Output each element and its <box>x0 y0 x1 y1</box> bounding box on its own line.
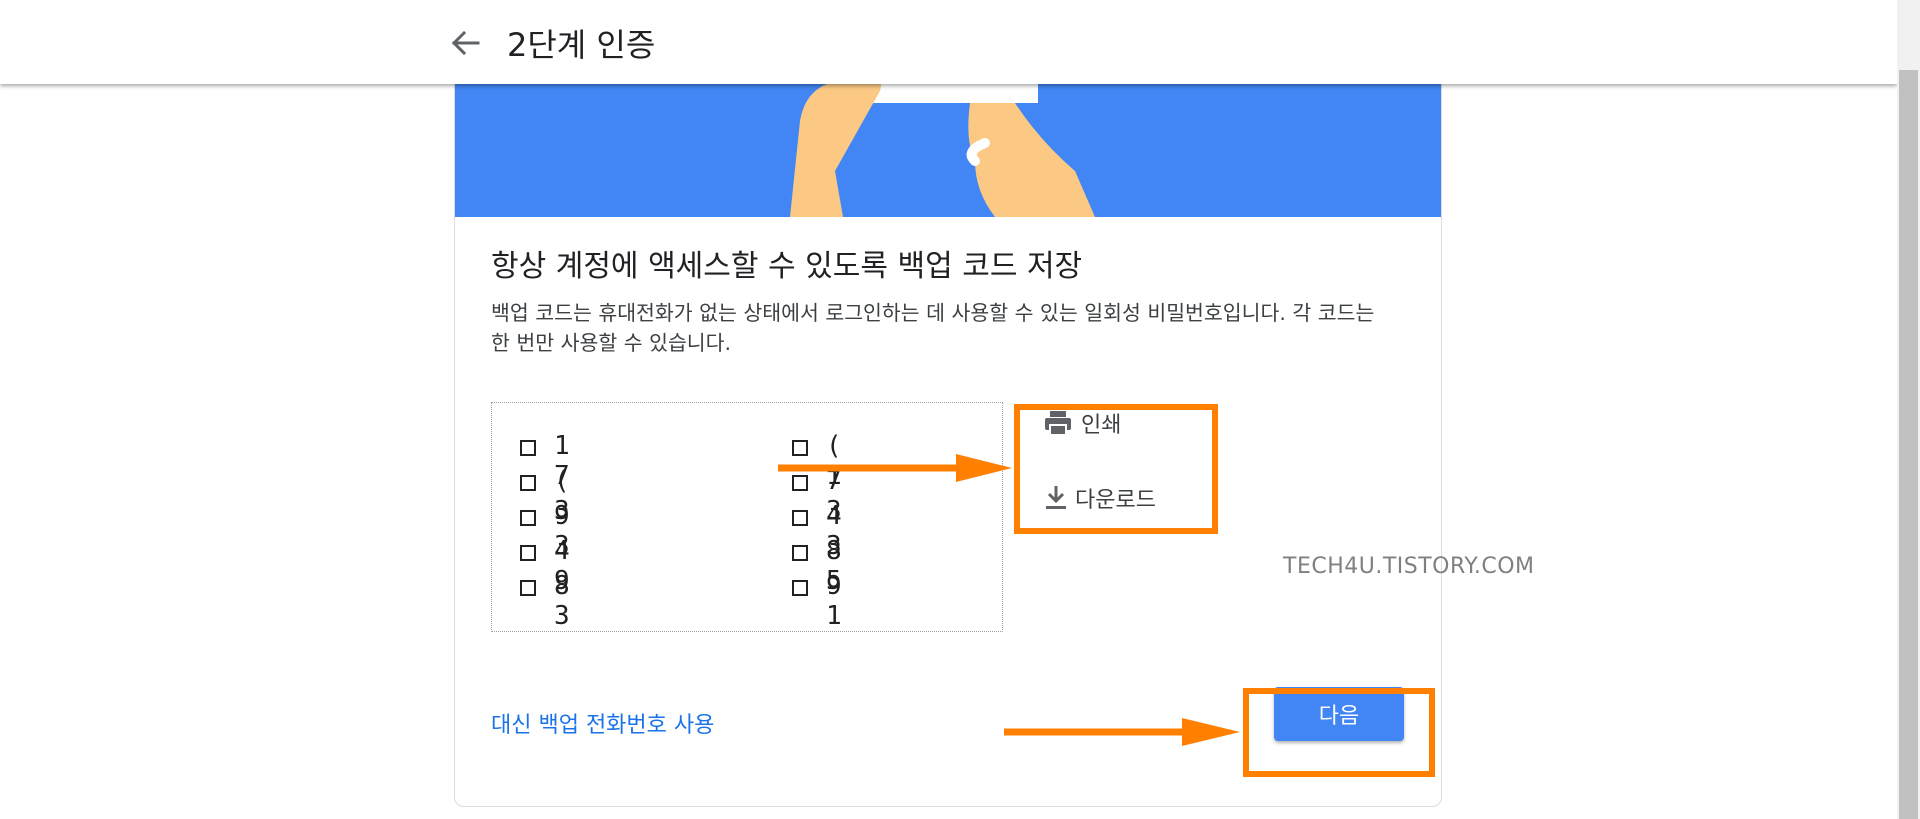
arrow-annotation <box>778 454 1012 482</box>
card-description: 백업 코드는 휴대전화가 없는 상태에서 로그인하는 데 사용할 수 있는 일회… <box>491 301 1375 355</box>
scrollbar-thumb[interactable] <box>1899 70 1918 819</box>
back-button[interactable] <box>448 28 484 58</box>
checkbox[interactable] <box>792 510 808 526</box>
checkbox[interactable] <box>520 510 536 526</box>
checkbox[interactable] <box>520 580 536 596</box>
watermark: TECH4U.TISTORY.COM <box>1283 554 1535 579</box>
checkbox[interactable] <box>792 545 808 561</box>
highlight-box-next <box>1243 688 1435 777</box>
arrow-annotation <box>1004 718 1240 746</box>
arrow-left-icon <box>451 30 480 56</box>
checkbox[interactable] <box>520 440 536 456</box>
backup-codes-card: * * * * 항상 계정에 액세스할 수 있도록 백업 코드 저장 백업 코드… <box>454 0 1442 807</box>
top-app-bar: 2단계 인증 <box>0 0 1897 84</box>
card-title: 항상 계정에 액세스할 수 있도록 백업 코드 저장 <box>491 249 1083 284</box>
backup-codes-list: 1 7 ( 3 9 3 4 9 8 3 ( 1 7 3 4 3 8 5 9 1 <box>491 402 1003 632</box>
page-title: 2단계 인증 <box>507 26 656 64</box>
highlight-box-actions <box>1014 404 1218 534</box>
checkbox[interactable] <box>792 580 808 596</box>
use-backup-phone-link[interactable]: 대신 백업 전화번호 사용 <box>491 707 714 739</box>
checkbox[interactable] <box>520 475 536 491</box>
checkbox[interactable] <box>520 545 536 561</box>
